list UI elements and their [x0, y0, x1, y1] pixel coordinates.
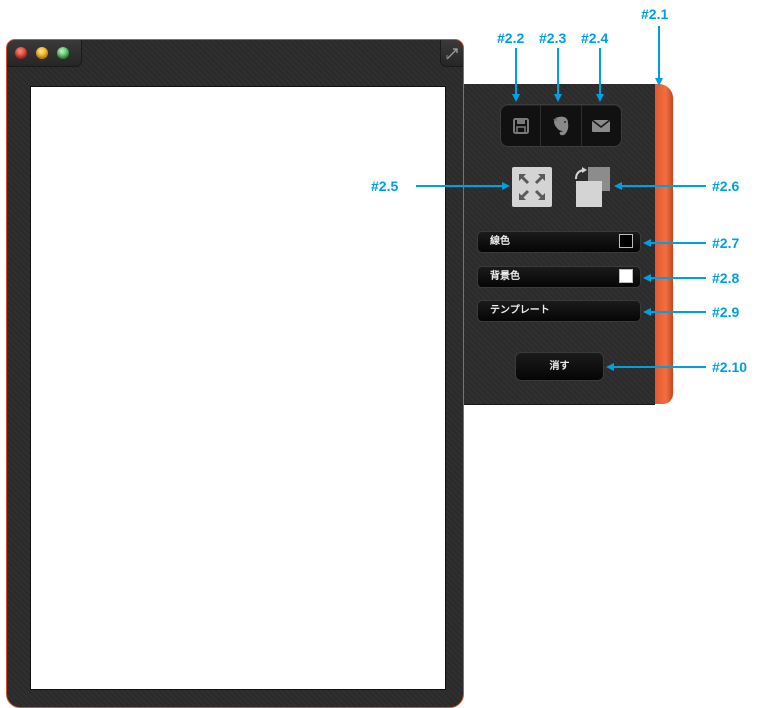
annotation-arrows: [416, 26, 706, 371]
